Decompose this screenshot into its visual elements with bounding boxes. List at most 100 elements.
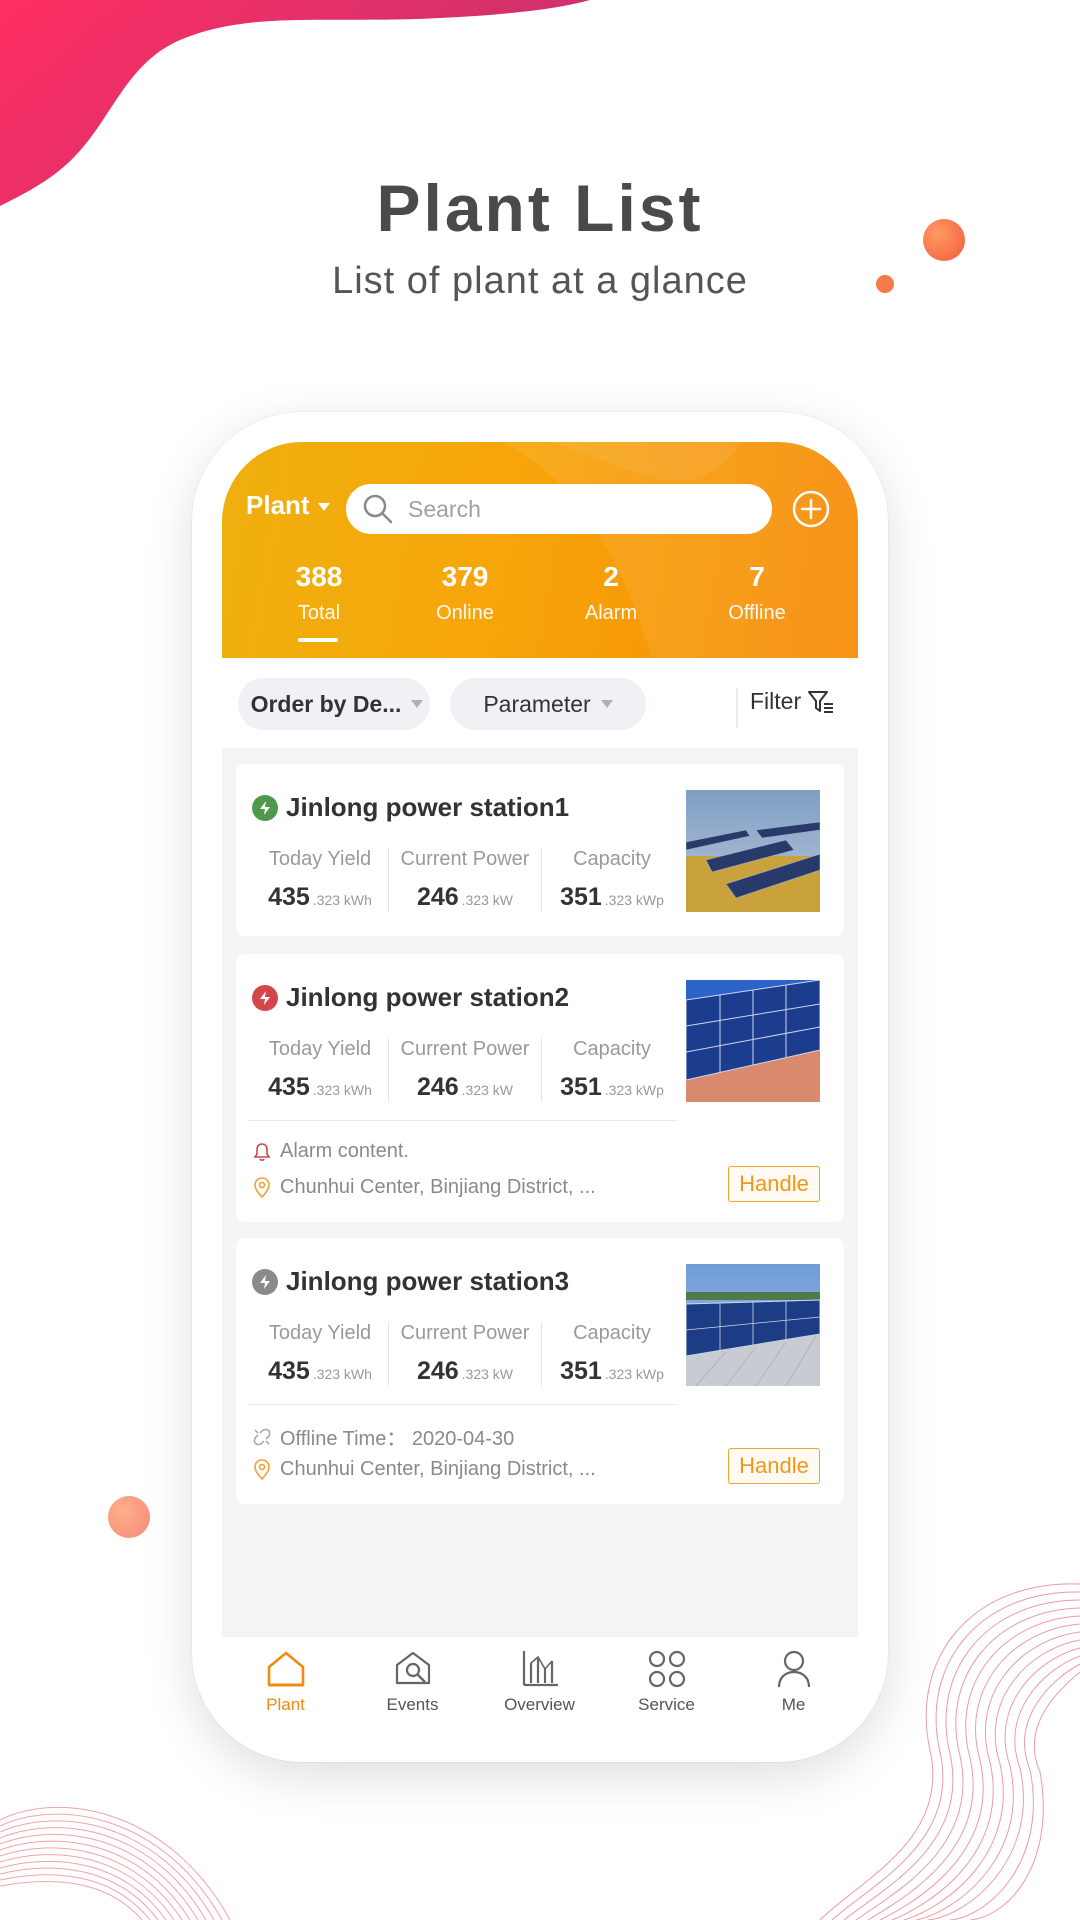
metric-label: Capacity (573, 848, 651, 870)
current-power-metric: Current Power 246.323 kW (388, 848, 541, 912)
plant-card[interactable]: Jinlong power station1 Today Yield 435.3… (236, 764, 844, 936)
metric-label: Capacity (573, 1038, 651, 1060)
search-input[interactable]: Search (346, 484, 772, 534)
today-yield-metric: Today Yield 435.323 kWh (252, 1322, 388, 1386)
tab-label: Service (638, 1695, 695, 1714)
events-icon (395, 1651, 430, 1685)
location-row: Chunhui Center, Binjiang District, ... (252, 1458, 596, 1481)
app-header: Plant Search 388 Total 379 Online 2 Alar… (222, 442, 858, 658)
offline-row: Offline Time： 2020-04-30 (252, 1422, 514, 1451)
plant-photo (686, 790, 820, 912)
header-wave-decoration (502, 442, 858, 658)
metric-value: 435.323 kWh (252, 883, 388, 912)
plant-selector[interactable]: Plant (246, 490, 330, 521)
location-text: Chunhui Center, Binjiang District, ... (280, 1176, 596, 1198)
current-power-metric: Current Power 246.323 kW (388, 1038, 541, 1102)
tab-plant[interactable]: Plant (222, 1637, 349, 1732)
chart-icon (522, 1651, 558, 1687)
tab-me[interactable]: Me (730, 1637, 857, 1732)
capacity-unit: .323 kWp (604, 892, 664, 908)
capacity-value: 351 (560, 1357, 602, 1385)
today-yield-unit: .323 kWh (312, 1366, 372, 1382)
stat-alarm[interactable]: 2 Alarm (538, 560, 684, 625)
parameter-label: Parameter (483, 690, 591, 717)
stat-total[interactable]: 388 Total (246, 560, 392, 625)
metric-label: Current Power (400, 848, 530, 870)
today-yield-value: 435 (268, 1073, 310, 1101)
caret-down-icon (411, 700, 424, 708)
stat-value: 388 (295, 561, 343, 592)
metric-label: Today Yield (268, 1322, 372, 1344)
line-swirl-bottom-left (0, 1806, 231, 1920)
metric-label: Current Power (400, 1038, 530, 1060)
capacity-unit: .323 kWp (604, 1082, 664, 1098)
tab-label: Overview (504, 1695, 575, 1714)
location-pin-icon (254, 1458, 270, 1480)
stat-offline[interactable]: 7 Offline (684, 560, 830, 625)
plant-stats: 388 Total 379 Online 2 Alarm 7 Offline (222, 560, 858, 625)
capacity-metric: Capacity 351.323 kWp (541, 1322, 682, 1386)
app-screen: Plant Search 388 Total 379 Online 2 Alar… (222, 442, 858, 1732)
current-power-value: 246 (416, 883, 459, 911)
current-power-value: 246 (416, 1073, 459, 1101)
today-yield-unit: .323 kWh (312, 892, 372, 908)
metric-value: 246.323 kW (389, 883, 541, 912)
stat-label: Online (436, 602, 494, 624)
filter-label: Filter (750, 688, 802, 714)
caret-down-icon (600, 700, 613, 708)
stat-online[interactable]: 379 Online (392, 560, 538, 625)
plant-name: Jinlong power station2 (286, 982, 570, 1012)
order-by-label: Order by De... (250, 690, 402, 717)
location-text: Chunhui Center, Binjiang District, ... (280, 1458, 596, 1480)
metric-label: Current Power (400, 1322, 530, 1344)
active-stat-indicator (298, 638, 338, 642)
today-yield-unit: .323 kWh (312, 1082, 372, 1098)
grid-icon (648, 1650, 685, 1688)
metric-value: 351.323 kWp (542, 883, 682, 912)
status-alarm-icon (252, 984, 278, 1011)
capacity-unit: .323 kWp (604, 1366, 664, 1382)
metric-label: Capacity (573, 1322, 651, 1344)
tab-service[interactable]: Service (603, 1637, 730, 1732)
location-row: Chunhui Center, Binjiang District, ... (252, 1176, 596, 1199)
metric-value: 246.323 kW (389, 1073, 541, 1102)
capacity-metric: Capacity 351.323 kWp (541, 848, 682, 912)
parameter-dropdown[interactable]: Parameter (450, 678, 646, 730)
metric-value: 246.323 kW (389, 1357, 541, 1386)
user-icon (777, 1650, 810, 1688)
plant-card[interactable]: Jinlong power station3 Today Yield 435.3… (236, 1238, 844, 1504)
current-power-unit: .323 kW (461, 1082, 514, 1098)
plant-name: Jinlong power station1 (286, 792, 570, 822)
caret-down-icon (317, 502, 330, 511)
handle-button[interactable]: Handle (728, 1166, 820, 1202)
capacity-metric: Capacity 351.323 kWp (541, 1038, 682, 1102)
tab-overview[interactable]: Overview (476, 1637, 603, 1732)
filter-button[interactable]: Filter (750, 688, 835, 715)
metric-value: 351.323 kWp (542, 1357, 682, 1386)
plant-title: Jinlong power station3 (252, 1266, 569, 1297)
tab-events[interactable]: Events (349, 1637, 476, 1732)
current-power-value: 246 (416, 1357, 459, 1385)
page-title: Plant List (376, 171, 704, 245)
search-placeholder: Search (408, 495, 481, 522)
handle-button[interactable]: Handle (728, 1448, 820, 1484)
metric-value: 435.323 kWh (252, 1073, 388, 1102)
stat-label: Total (297, 602, 341, 624)
filter-icon (808, 690, 834, 713)
bottom-tab-bar: Plant Events Overview Service Me (222, 1636, 858, 1732)
bell-icon (253, 1142, 271, 1161)
tab-label: Events (386, 1695, 439, 1714)
search-icon (363, 494, 393, 524)
divider (248, 1120, 678, 1121)
plant-card[interactable]: Jinlong power station2 Today Yield 435.3… (236, 954, 844, 1222)
current-power-unit: .323 kW (461, 892, 514, 908)
add-plant-icon[interactable] (792, 490, 830, 528)
today-yield-value: 435 (268, 883, 310, 911)
home-icon (267, 1651, 304, 1687)
metric-label: Today Yield (268, 848, 372, 870)
plant-metrics: Today Yield 435.323 kWh Current Power 24… (252, 1322, 682, 1386)
alarm-text: Alarm content. (280, 1140, 409, 1162)
today-yield-metric: Today Yield 435.323 kWh (252, 848, 388, 912)
capacity-value: 351 (560, 1073, 602, 1101)
order-by-dropdown[interactable]: Order by De... (238, 678, 430, 730)
